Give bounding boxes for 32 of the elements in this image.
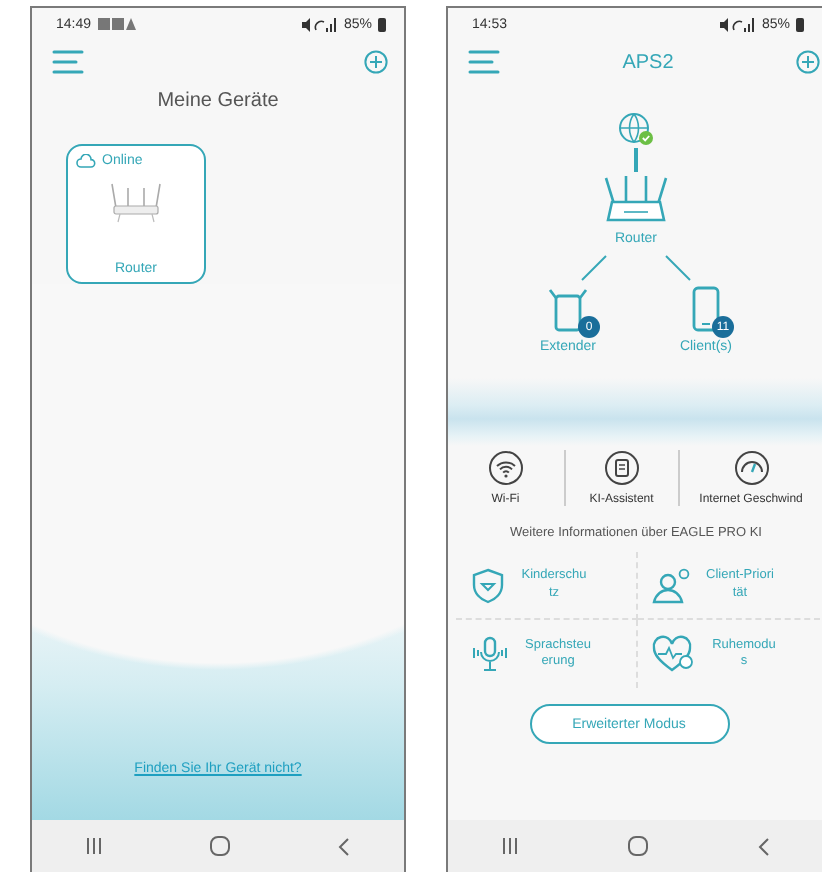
router-icon[interactable] [602, 172, 670, 224]
back-icon[interactable] [338, 837, 350, 855]
back-icon[interactable] [757, 837, 770, 855]
notification-icons-drawing [97, 18, 138, 30]
shield-icon[interactable] [468, 565, 508, 605]
globe-icon[interactable] [618, 112, 654, 148]
cloud-icon [76, 154, 96, 168]
home-icon[interactable] [210, 836, 230, 856]
battery-icon [378, 17, 386, 31]
battery-icon [796, 17, 804, 31]
user-icon[interactable] [650, 565, 694, 605]
connector-line [580, 254, 608, 282]
extender-icon[interactable] [548, 286, 589, 334]
wifi-icon[interactable] [487, 450, 524, 486]
menu-icon[interactable] [52, 50, 84, 74]
document-icon[interactable] [603, 450, 640, 486]
heart-icon[interactable] [650, 634, 698, 674]
router-drawing [106, 180, 166, 224]
menu-icon[interactable] [468, 50, 500, 74]
recent-apps-icon[interactable] [86, 838, 102, 854]
add-icon[interactable] [364, 50, 388, 74]
microphone-icon[interactable] [468, 634, 512, 674]
connector-line [634, 148, 638, 172]
recent-apps-icon[interactable] [502, 838, 519, 854]
status-icons-drawing [301, 17, 338, 31]
page-title: Meine Geräte [155, 90, 281, 112]
page-title: APS2 [622, 51, 674, 73]
connector-line [664, 254, 692, 282]
status-icons-drawing [719, 17, 756, 31]
speedometer-icon[interactable] [733, 450, 770, 486]
home-icon[interactable] [627, 836, 648, 856]
add-icon[interactable] [795, 50, 820, 74]
